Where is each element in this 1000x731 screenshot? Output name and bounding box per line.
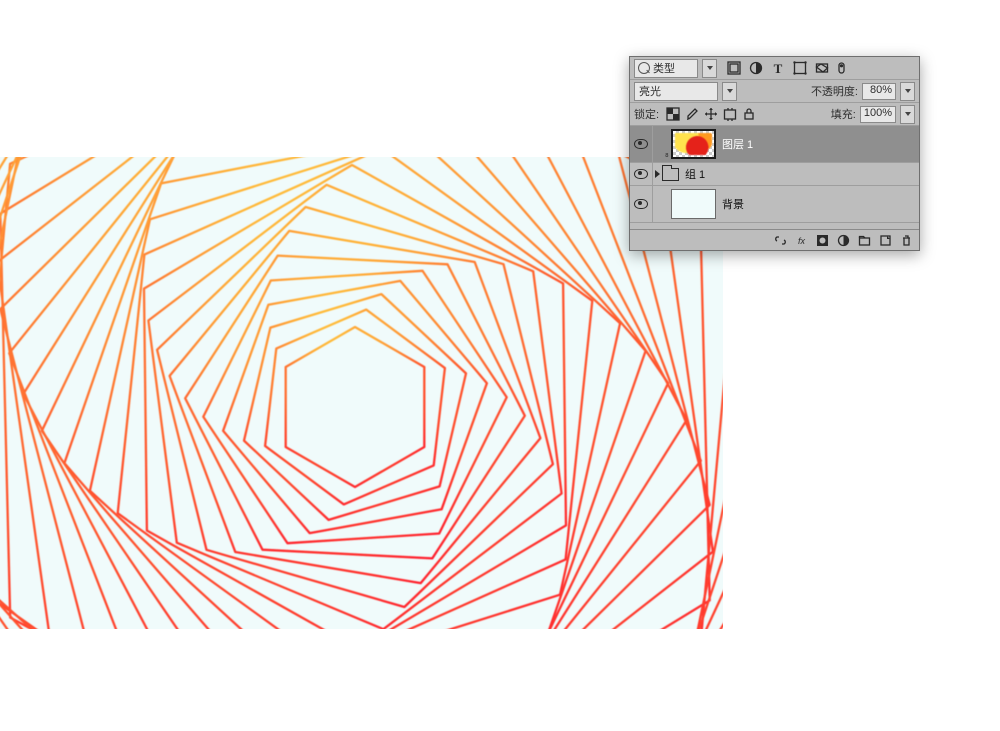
lock-transparency-icon[interactable]: [666, 107, 680, 121]
filter-type-label: 类型: [653, 60, 675, 76]
svg-text:T: T: [774, 61, 783, 75]
shape-filter-icon[interactable]: [793, 61, 807, 75]
filter-type-dropdown[interactable]: [702, 59, 717, 78]
visibility-toggle[interactable]: [630, 186, 653, 222]
search-icon: [638, 62, 650, 74]
visibility-toggle[interactable]: [630, 163, 653, 185]
panel-filter-row: 类型 T: [630, 57, 919, 80]
layer-background-item[interactable]: 背景: [630, 186, 919, 223]
layer-group-item[interactable]: 组 1: [630, 163, 919, 186]
thumbnail-indicator: ₈: [665, 148, 669, 158]
lock-artboard-icon[interactable]: [723, 107, 737, 121]
layer-thumbnail[interactable]: ₈: [671, 129, 716, 159]
fx-icon[interactable]: fx: [795, 234, 808, 247]
opacity-label: 不透明度:: [811, 83, 858, 99]
link-layers-icon[interactable]: [774, 234, 787, 247]
new-group-icon[interactable]: [858, 234, 871, 247]
filter-icons: T: [727, 61, 851, 75]
lock-position-icon[interactable]: [704, 107, 718, 121]
fill-label: 填充:: [831, 106, 856, 122]
layer-name-label[interactable]: 背景: [722, 196, 744, 212]
eye-icon: [634, 169, 648, 179]
filter-type-combo[interactable]: 类型: [634, 59, 698, 78]
lock-pixels-icon[interactable]: [685, 107, 699, 121]
adjustment-layer-icon[interactable]: [837, 234, 850, 247]
folder-icon: [662, 168, 679, 181]
blend-mode-combo[interactable]: 亮光: [634, 82, 718, 101]
layers-panel: 类型 T 亮光: [629, 56, 920, 251]
layer-name-label[interactable]: 图层 1: [722, 136, 753, 152]
lock-all-icon[interactable]: [742, 107, 756, 121]
layer-thumbnail[interactable]: [671, 189, 716, 219]
svg-text:fx: fx: [798, 236, 806, 246]
fill-dropdown[interactable]: [900, 105, 915, 124]
lock-label: 锁定:: [634, 106, 659, 122]
document-canvas[interactable]: [0, 157, 723, 629]
delete-layer-icon[interactable]: [900, 234, 913, 247]
lock-icons: [666, 107, 756, 121]
adjustment-filter-icon[interactable]: [749, 61, 763, 75]
pixel-filter-icon[interactable]: [727, 61, 741, 75]
visibility-toggle[interactable]: [630, 126, 653, 162]
layer-item-selected[interactable]: ₈ 图层 1: [630, 126, 919, 163]
new-layer-icon[interactable]: [879, 234, 892, 247]
panel-blend-row: 亮光 不透明度: 80%: [630, 80, 919, 103]
layer-name-label[interactable]: 组 1: [685, 166, 705, 182]
artwork-hexagon-spiral: [0, 157, 723, 629]
panel-lock-row: 锁定: 填充: 100%: [630, 103, 919, 126]
fill-value[interactable]: 100%: [860, 106, 896, 123]
filter-toggle-icon[interactable]: [837, 61, 851, 75]
eye-icon: [634, 139, 648, 149]
opacity-dropdown[interactable]: [900, 82, 915, 101]
eye-icon: [634, 199, 648, 209]
blend-mode-value: 亮光: [639, 83, 661, 99]
panel-footer: fx: [630, 229, 919, 250]
add-mask-icon[interactable]: [816, 234, 829, 247]
blend-mode-dropdown[interactable]: [722, 82, 737, 101]
layer-list: ₈ 图层 1 组 1 背景: [630, 126, 919, 229]
opacity-value[interactable]: 80%: [862, 83, 896, 100]
type-filter-icon[interactable]: T: [771, 61, 785, 75]
smartobject-filter-icon[interactable]: [815, 61, 829, 75]
group-twisty-icon[interactable]: [655, 170, 660, 178]
